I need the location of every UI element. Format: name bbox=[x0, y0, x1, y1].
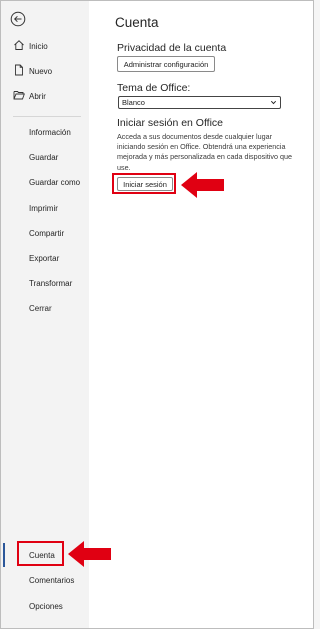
nav-item-compartir[interactable]: Compartir bbox=[1, 222, 89, 244]
nav-item-label: Compartir bbox=[29, 228, 65, 238]
nav-item-label: Cerrar bbox=[29, 303, 52, 313]
nav-item-label: Nuevo bbox=[29, 66, 53, 76]
theme-section-title: Tema de Office: bbox=[117, 82, 191, 94]
nav-divider bbox=[13, 116, 81, 117]
arrow-left-circle-icon[interactable] bbox=[10, 11, 26, 27]
privacy-section-title: Privacidad de la cuenta bbox=[117, 42, 227, 54]
signin-section-title: Iniciar sesión en Office bbox=[117, 117, 224, 129]
manage-settings-button[interactable]: Administrar configuración bbox=[117, 56, 215, 72]
nav-item-label: Opciones bbox=[29, 601, 63, 611]
nav-item-opciones[interactable]: Opciones bbox=[1, 595, 89, 617]
office-theme-select[interactable]: Blanco bbox=[118, 96, 281, 109]
nav-item-label: Guardar bbox=[29, 152, 59, 162]
nav-item-imprimir[interactable]: Imprimir bbox=[1, 197, 89, 219]
arrow-left-icon bbox=[181, 172, 224, 198]
nav-item-exportar[interactable]: Exportar bbox=[1, 247, 89, 269]
nav-item-label: Información bbox=[29, 127, 71, 137]
account-panel: Cuenta Privacidad de la cuenta Administr… bbox=[89, 1, 313, 628]
backstage-nav: Inicio Nuevo Abrir Información Guardar G… bbox=[1, 1, 89, 628]
nav-item-abrir[interactable]: Abrir bbox=[1, 85, 89, 107]
nav-item-label: Comentarios bbox=[29, 575, 75, 585]
nav-item-label: Abrir bbox=[29, 91, 46, 101]
new-document-icon bbox=[15, 64, 23, 76]
page-title: Cuenta bbox=[115, 15, 159, 30]
folder-open-icon bbox=[13, 91, 25, 100]
signin-highlight-box bbox=[112, 173, 176, 194]
nav-item-label: Exportar bbox=[29, 253, 60, 263]
nav-item-comentarios[interactable]: Comentarios bbox=[1, 569, 89, 591]
nav-item-guardar[interactable]: Guardar bbox=[1, 146, 89, 168]
home-icon bbox=[14, 40, 24, 50]
signin-description: Acceda a sus documentos desde cualquier … bbox=[117, 132, 292, 172]
nav-item-label: Inicio bbox=[29, 41, 48, 51]
nav-item-label: Guardar como bbox=[29, 177, 81, 187]
nav-item-transformar[interactable]: Transformar bbox=[1, 272, 89, 294]
nav-item-guardar-como[interactable]: Guardar como bbox=[1, 171, 89, 193]
nav-item-informacion[interactable]: Información bbox=[1, 121, 89, 143]
theme-selected-value: Blanco bbox=[122, 98, 145, 107]
arrow-left-icon bbox=[68, 541, 111, 567]
chevron-down-icon bbox=[270, 100, 277, 105]
nav-item-label: Imprimir bbox=[29, 203, 58, 213]
nav-item-cerrar[interactable]: Cerrar bbox=[1, 297, 89, 319]
cuenta-highlight-box bbox=[17, 541, 64, 566]
nav-item-label: Transformar bbox=[29, 278, 73, 288]
nav-item-nuevo[interactable]: Nuevo bbox=[1, 60, 89, 82]
nav-item-inicio[interactable]: Inicio bbox=[1, 35, 89, 57]
